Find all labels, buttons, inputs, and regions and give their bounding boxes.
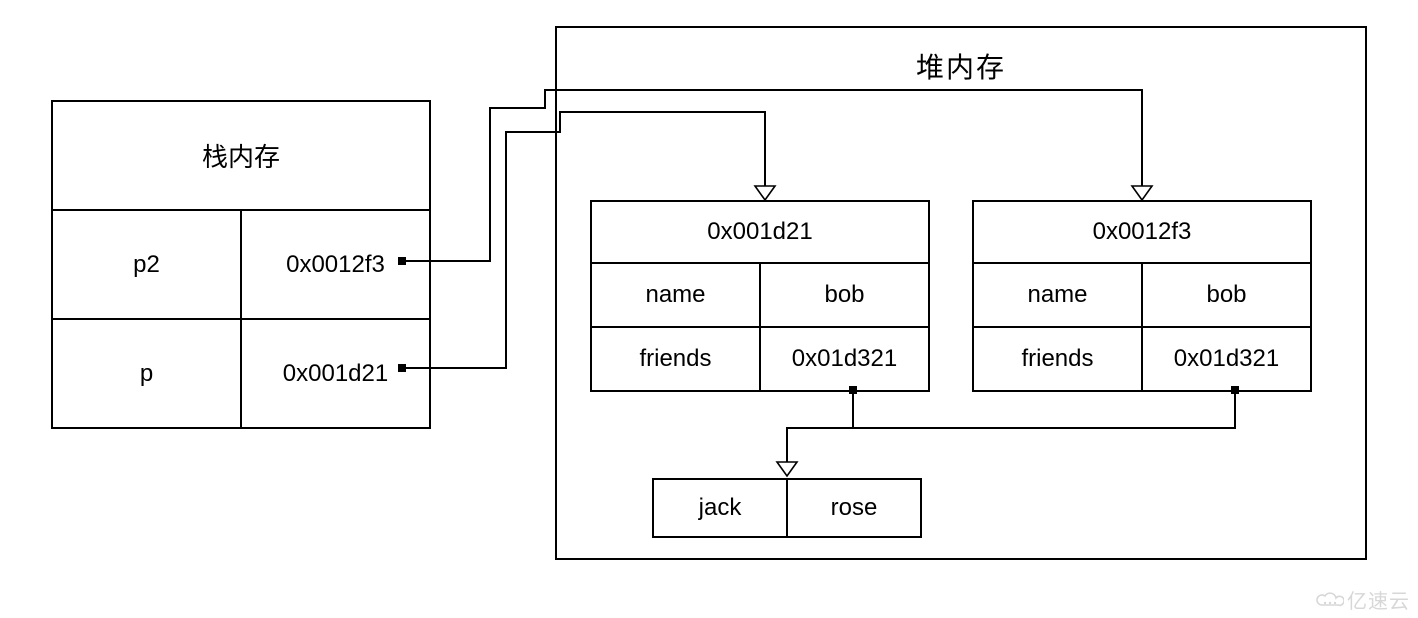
field-value: 0x01d321 (1142, 327, 1311, 391)
stack-var-value: 0x001d21 (241, 319, 430, 428)
stack-var-value: 0x0012f3 (241, 210, 430, 319)
field-key: name (591, 263, 760, 327)
field-key: friends (591, 327, 760, 391)
field-value: 0x01d321 (760, 327, 929, 391)
object-address: 0x0012f3 (973, 201, 1311, 263)
array-item: rose (787, 479, 921, 537)
table-row: name bob (591, 263, 929, 327)
stack-var-name: p (52, 319, 241, 428)
watermark-text: 亿速云 (1347, 591, 1410, 613)
heap-object-2: 0x0012f3 name bob friends 0x01d321 (972, 200, 1312, 392)
stack-var-name: p2 (52, 210, 241, 319)
heap-object-1: 0x001d21 name bob friends 0x01d321 (590, 200, 930, 392)
table-row: friends 0x01d321 (973, 327, 1311, 391)
field-value: bob (760, 263, 929, 327)
field-value: bob (1142, 263, 1311, 327)
heap-array: jack rose (652, 478, 922, 538)
stack-title: 栈内存 (52, 101, 430, 210)
table-row: p2 0x0012f3 (52, 210, 430, 319)
table-row: p 0x001d21 (52, 319, 430, 428)
table-row: friends 0x01d321 (591, 327, 929, 391)
table-row: name bob (973, 263, 1311, 327)
field-key: friends (973, 327, 1142, 391)
table-row: jack rose (653, 479, 921, 537)
heap-title: 堆内存 (557, 46, 1365, 86)
object-address: 0x001d21 (591, 201, 929, 263)
watermark: 亿速云 (1314, 585, 1410, 616)
cloud-icon (1314, 590, 1344, 616)
diagram-canvas: 栈内存 p2 0x0012f3 p 0x001d21 堆内存 0x001d21 … (0, 0, 1418, 618)
array-item: jack (653, 479, 787, 537)
field-key: name (973, 263, 1142, 327)
stack-memory-table: 栈内存 p2 0x0012f3 p 0x001d21 (51, 100, 431, 429)
